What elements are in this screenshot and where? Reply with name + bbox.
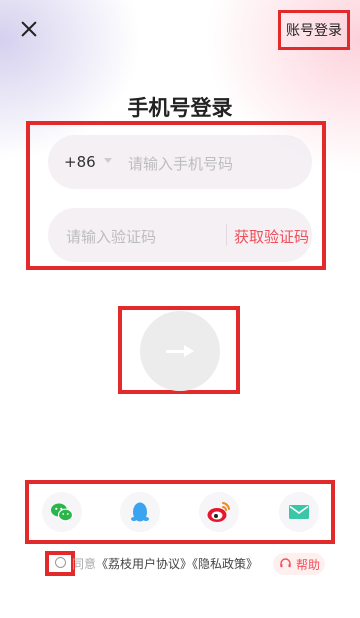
- user-agreement-link[interactable]: 《荔枝用户协议》: [96, 557, 192, 571]
- weibo-login-button[interactable]: [199, 492, 239, 532]
- agree-checkbox[interactable]: [55, 557, 66, 568]
- agreement-prefix: 同意: [72, 557, 97, 571]
- mail-icon: [289, 505, 309, 519]
- wechat-icon: [51, 503, 74, 522]
- help-label: 帮助: [296, 558, 321, 572]
- phone-input-placeholder[interactable]: 请输入手机号码: [128, 153, 233, 174]
- get-code-button[interactable]: 获取验证码: [234, 226, 309, 247]
- country-code[interactable]: +86: [64, 153, 96, 171]
- privacy-policy-link[interactable]: 《隐私政策》: [192, 557, 258, 571]
- divider: [226, 224, 227, 246]
- account-login-button[interactable]: 账号登录: [278, 10, 350, 50]
- close-icon[interactable]: [16, 16, 42, 42]
- account-login-label: 账号登录: [286, 23, 342, 39]
- code-input-placeholder[interactable]: 请输入验证码: [66, 226, 156, 247]
- qq-icon: [131, 502, 149, 522]
- wechat-login-button[interactable]: [42, 492, 82, 532]
- help-button[interactable]: 帮助: [273, 553, 325, 575]
- headset-icon: [280, 558, 291, 568]
- code-field[interactable]: 请输入验证码 获取验证码: [48, 208, 312, 262]
- phone-field[interactable]: +86 请输入手机号码: [48, 135, 312, 189]
- mail-login-button[interactable]: [279, 492, 319, 532]
- chevron-down-icon[interactable]: [104, 158, 112, 163]
- page-title: 手机号登录: [127, 96, 233, 120]
- agreement-text: 同意《荔枝用户协议》《隐私政策》: [72, 555, 258, 572]
- submit-button[interactable]: [140, 311, 220, 391]
- weibo-icon: [207, 502, 230, 522]
- qq-login-button[interactable]: [120, 492, 160, 532]
